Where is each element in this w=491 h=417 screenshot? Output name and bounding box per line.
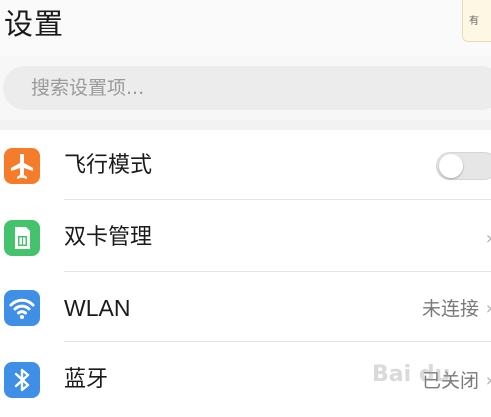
search-placeholder: 搜索设置项... [31, 77, 145, 99]
airplane-icon [4, 148, 40, 184]
sim-card-icon [4, 220, 40, 256]
airplane-mode-row[interactable]: 飞行模式 [0, 130, 491, 200]
note-popup: 有 [462, 0, 491, 42]
bluetooth-row[interactable]: 蓝牙 已关闭 › [0, 344, 491, 414]
wifi-icon [4, 290, 40, 326]
search-bar: 搜索设置项... [0, 56, 491, 120]
divider [64, 199, 491, 200]
wlan-label: WLAN [64, 295, 131, 321]
toggle-knob [439, 154, 463, 178]
note-popup-text: 有 [469, 16, 479, 27]
wlan-status: 未连接 [421, 298, 479, 320]
bluetooth-label: 蓝牙 [64, 367, 109, 392]
airplane-mode-toggle[interactable] [436, 152, 491, 180]
chevron-right-icon: › [486, 229, 491, 249]
page-title: 设置 [4, 7, 65, 41]
title-bar: 设置 [0, 0, 491, 56]
dual-sim-label: 双卡管理 [64, 225, 153, 250]
search-input[interactable]: 搜索设置项... [3, 66, 491, 110]
airplane-mode-label: 飞行模式 [64, 153, 153, 178]
bluetooth-icon [4, 362, 40, 398]
dual-sim-row[interactable]: 双卡管理 › [0, 202, 491, 272]
divider [64, 341, 491, 342]
bluetooth-status: 已关闭 [421, 370, 479, 392]
settings-list: 飞行模式 双卡管理 › WLAN [0, 130, 491, 417]
chevron-right-icon: › [486, 299, 491, 319]
wlan-row[interactable]: WLAN 未连接 › [0, 272, 491, 342]
chevron-right-icon: › [486, 371, 491, 391]
